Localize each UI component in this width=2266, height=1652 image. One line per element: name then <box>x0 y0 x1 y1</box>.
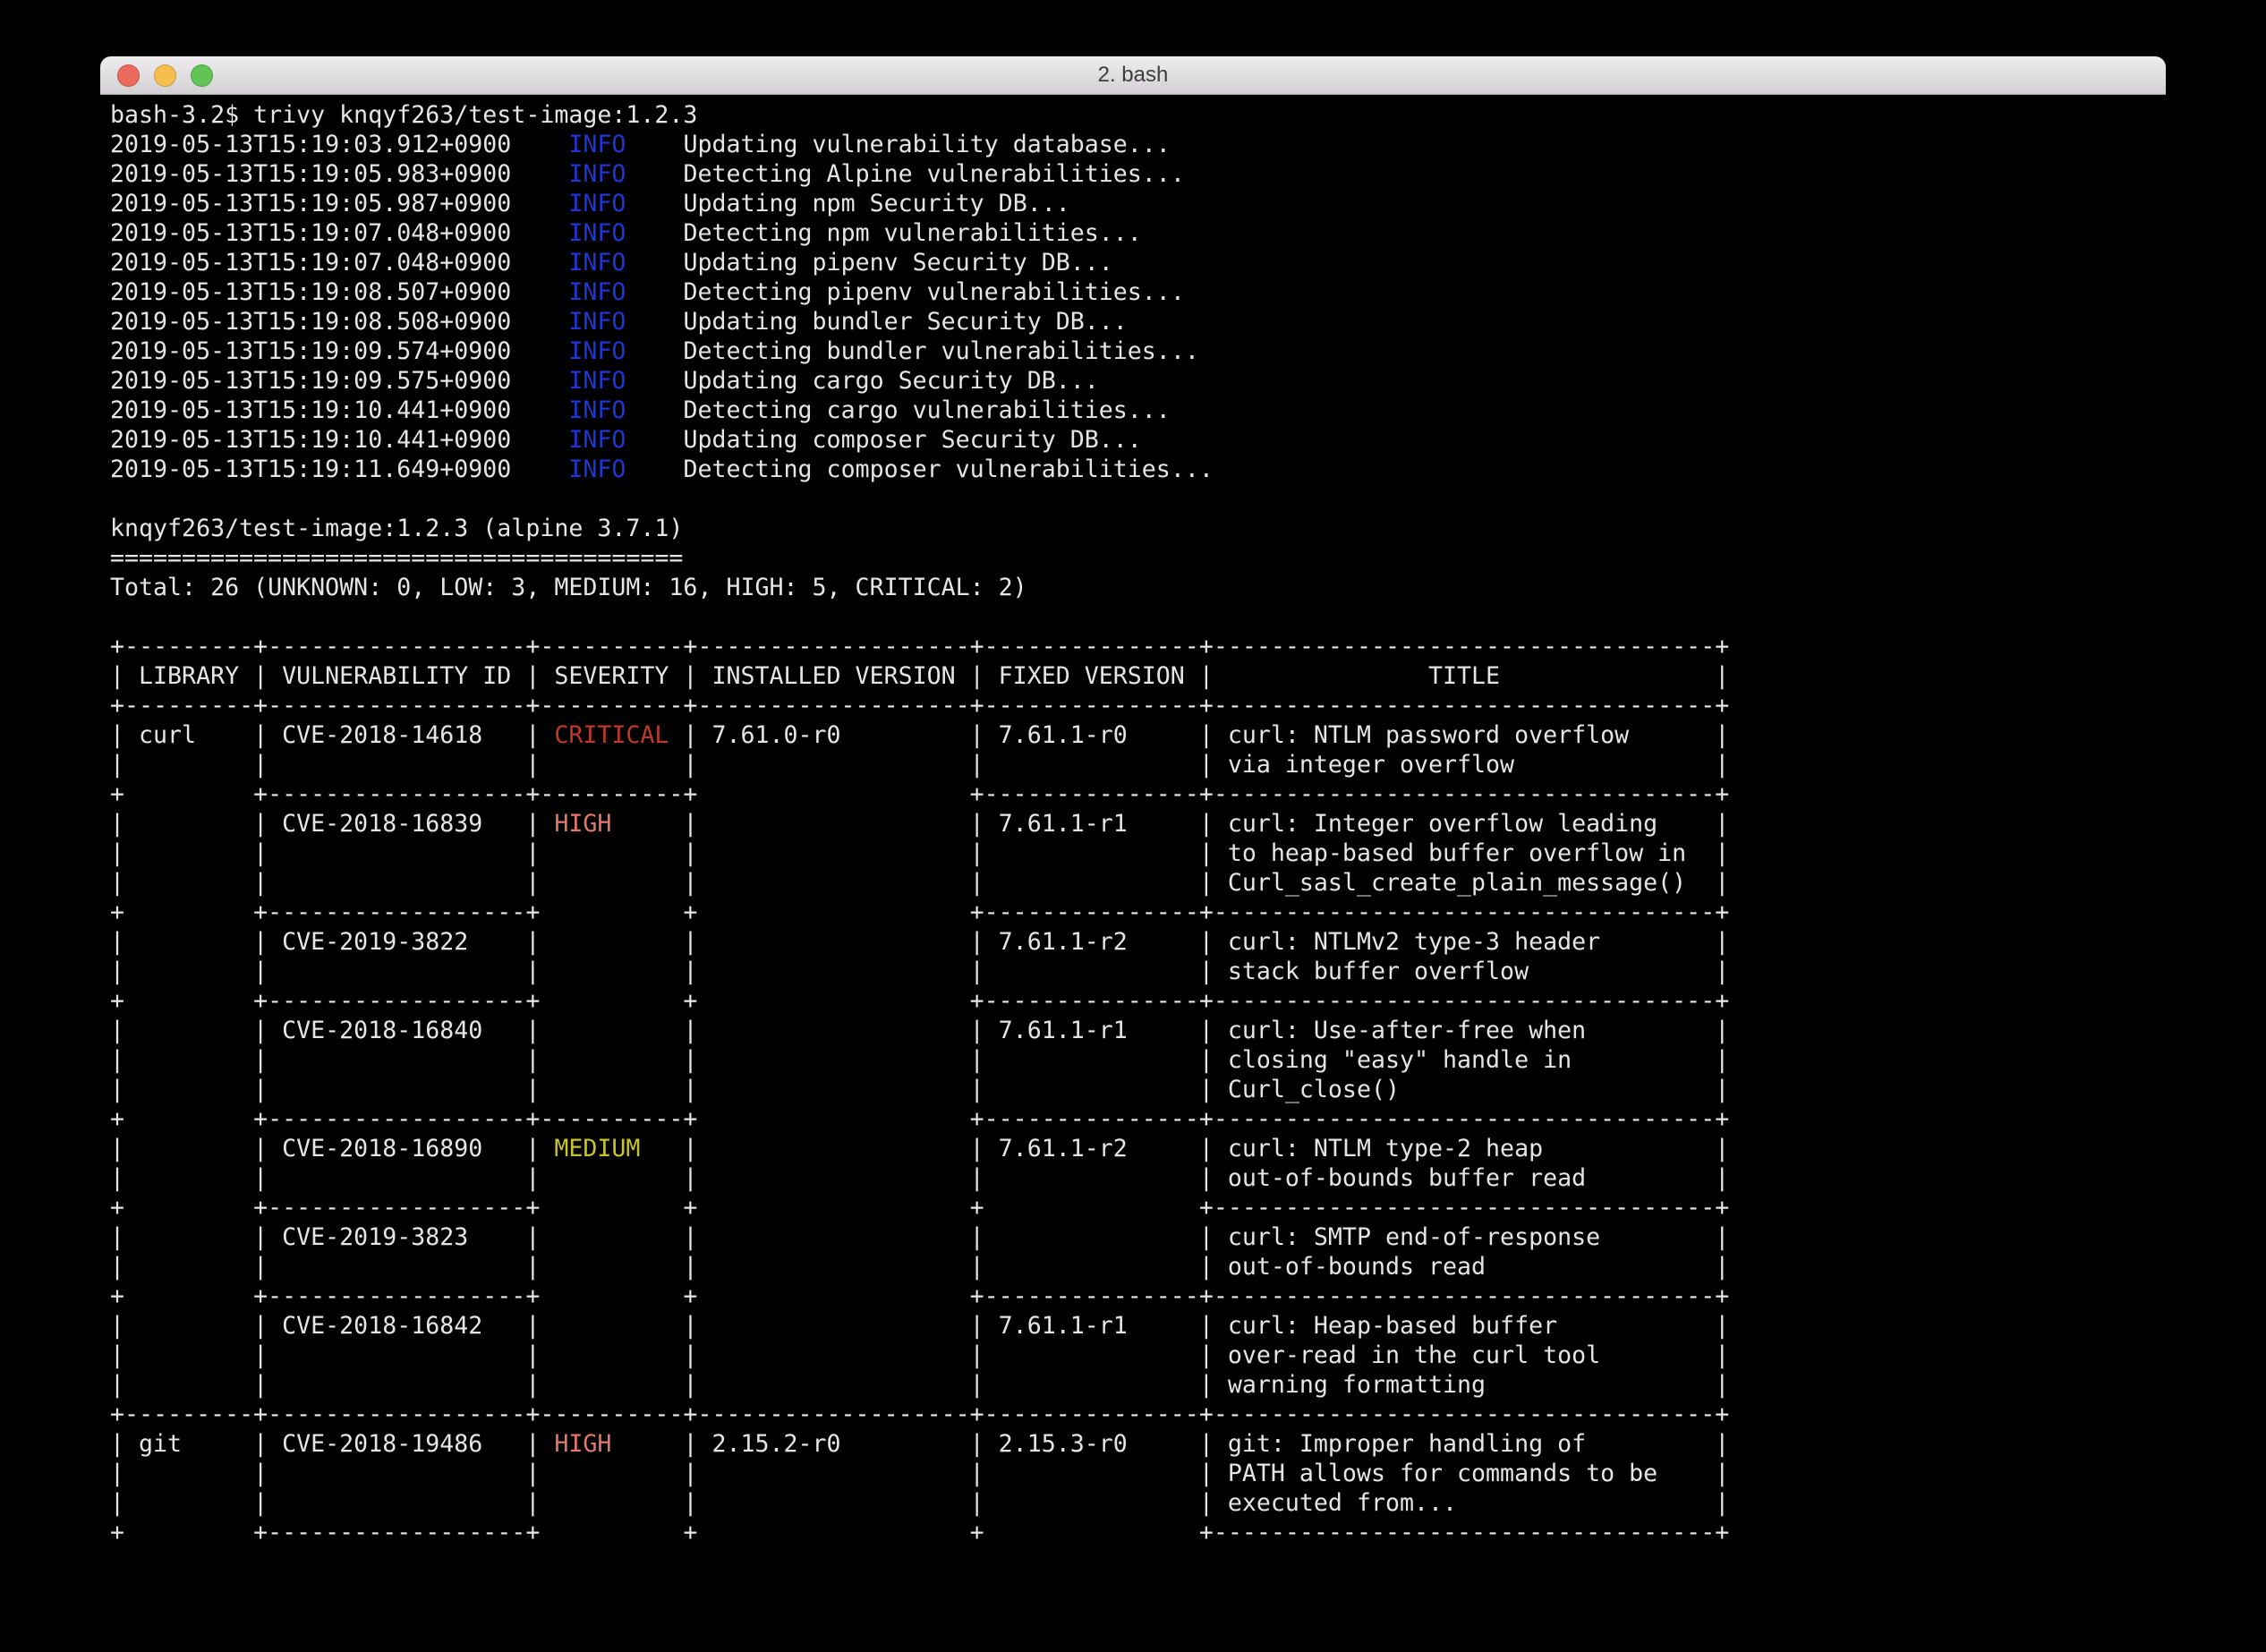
terminal-window: 2. bash bash-3.2$ trivy knqyf263/test-im… <box>100 56 2166 1629</box>
log-line: 2019-05-13T15:19:10.441+0900 INFO Detect… <box>110 396 2166 425</box>
table-row-border: + +------------------+ + +--------------… <box>110 898 2166 927</box>
table-row-border: + +------------------+ + + +------------… <box>110 1193 2166 1222</box>
log-line: 2019-05-13T15:19:10.441+0900 INFO Updati… <box>110 425 2166 455</box>
prompt-line: bash-3.2$ trivy knqyf263/test-image:1.2.… <box>110 100 2166 130</box>
table-row-line: | | | | | | Curl_sasl_create_plain_messa… <box>110 868 2166 898</box>
table-row-line: | | CVE-2019-3822 | | | 7.61.1-r2 | curl… <box>110 927 2166 957</box>
table-row-line: | | | | | | executed from... | <box>110 1488 2166 1518</box>
table-top-border: +---------+------------------+----------… <box>110 632 2166 661</box>
table-row-line: | curl | CVE-2018-14618 | CRITICAL | 7.6… <box>110 720 2166 750</box>
window-title: 2. bash <box>100 56 2166 94</box>
log-line: 2019-05-13T15:19:05.987+0900 INFO Updati… <box>110 189 2166 218</box>
table-row-line: | | | | | | warning formatting | <box>110 1370 2166 1400</box>
table-row-line: | | | | | | PATH allows for commands to … <box>110 1459 2166 1488</box>
table-header-border: +---------+------------------+----------… <box>110 691 2166 720</box>
log-line: 2019-05-13T15:19:09.575+0900 INFO Updati… <box>110 366 2166 396</box>
log-line: 2019-05-13T15:19:08.507+0900 INFO Detect… <box>110 277 2166 307</box>
report-underline: ======================================== <box>110 543 2166 573</box>
table-row-border: + +------------------+ + + +------------… <box>110 1518 2166 1547</box>
table-row-line: | | | | | | to heap-based buffer overflo… <box>110 839 2166 868</box>
table-row-border: + +------------------+ + +--------------… <box>110 1282 2166 1311</box>
table-row-line: | | | | | | via integer overflow | <box>110 750 2166 779</box>
table-header-row: | LIBRARY | VULNERABILITY ID | SEVERITY … <box>110 661 2166 691</box>
blank-line <box>110 602 2166 632</box>
table-row-line: | | | | | | out-of-bounds buffer read | <box>110 1163 2166 1193</box>
log-line: 2019-05-13T15:19:08.508+0900 INFO Updati… <box>110 307 2166 336</box>
table-row-border: + +------------------+----------+ +-----… <box>110 779 2166 809</box>
log-line: 2019-05-13T15:19:03.912+0900 INFO Updati… <box>110 130 2166 159</box>
log-line: 2019-05-13T15:19:07.048+0900 INFO Updati… <box>110 248 2166 277</box>
report-target-line: knqyf263/test-image:1.2.3 (alpine 3.7.1) <box>110 514 2166 543</box>
table-row-line: | | | | | | stack buffer overflow | <box>110 957 2166 986</box>
log-line: 2019-05-13T15:19:07.048+0900 INFO Detect… <box>110 218 2166 248</box>
title-bar: 2. bash <box>100 56 2166 95</box>
table-row-line: | | CVE-2018-16890 | MEDIUM | | 7.61.1-r… <box>110 1134 2166 1163</box>
table-row-line: | | | | | | out-of-bounds read | <box>110 1252 2166 1282</box>
table-row-border: +---------+------------------+----------… <box>110 1400 2166 1429</box>
table-row-line: | | CVE-2019-3823 | | | | curl: SMTP end… <box>110 1222 2166 1252</box>
log-line: 2019-05-13T15:19:09.574+0900 INFO Detect… <box>110 336 2166 366</box>
table-row-line: | | CVE-2018-16842 | | | 7.61.1-r1 | cur… <box>110 1311 2166 1341</box>
log-line: 2019-05-13T15:19:05.983+0900 INFO Detect… <box>110 159 2166 189</box>
table-row-line: | | CVE-2018-16840 | | | 7.61.1-r1 | cur… <box>110 1016 2166 1045</box>
report-summary-line: Total: 26 (UNKNOWN: 0, LOW: 3, MEDIUM: 1… <box>110 573 2166 602</box>
table-row-line: | | CVE-2018-16839 | HIGH | | 7.61.1-r1 … <box>110 809 2166 839</box>
table-row-line: | git | CVE-2018-19486 | HIGH | 2.15.2-r… <box>110 1429 2166 1459</box>
table-row-line: | | | | | | closing "easy" handle in | <box>110 1045 2166 1075</box>
table-row-line: | | | | | | over-read in the curl tool | <box>110 1341 2166 1370</box>
table-row-border: + +------------------+----------+ +-----… <box>110 1104 2166 1134</box>
terminal-output[interactable]: bash-3.2$ trivy knqyf263/test-image:1.2.… <box>100 95 2166 1629</box>
log-line: 2019-05-13T15:19:11.649+0900 INFO Detect… <box>110 455 2166 484</box>
table-row-border: + +------------------+ + +--------------… <box>110 986 2166 1016</box>
blank-line <box>110 484 2166 514</box>
table-row-line: | | | | | | Curl_close() | <box>110 1075 2166 1104</box>
